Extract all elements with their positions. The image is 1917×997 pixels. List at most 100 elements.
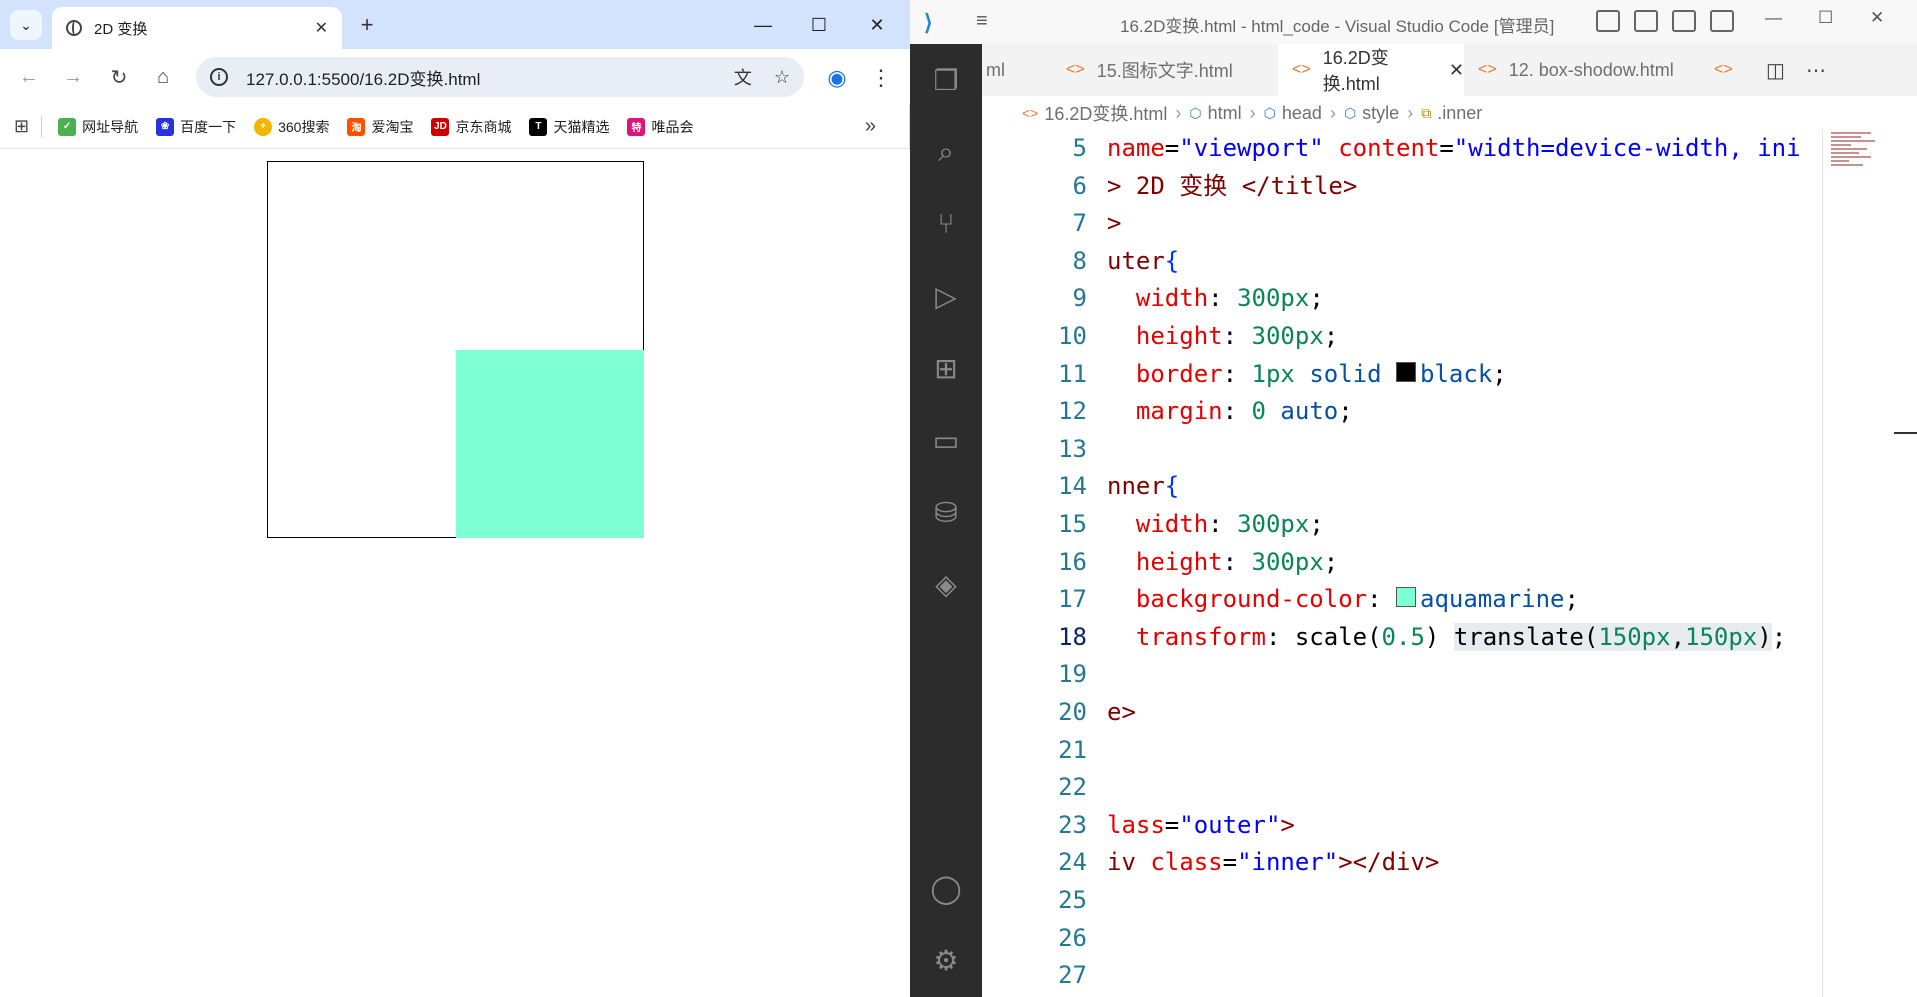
code-line: 12 margin: 0 auto; <box>1058 397 1353 426</box>
breadcrumb-item[interactable]: .inner <box>1437 103 1482 124</box>
code-line: 10 height: 300px; <box>1058 322 1339 350</box>
bookmarks-bar: ⊞ ✓ 网址导航 ❀ 百度一下 +360搜索 淘爱淘宝 JD 京东商城 T 天猫精选 特… <box>0 105 910 149</box>
run-debug-icon[interactable]: ▷ <box>928 278 964 314</box>
code-line: 8 uter{ <box>1072 246 1180 275</box>
more-actions-icon[interactable]: ⋯ <box>1792 44 1832 96</box>
tab-search-button[interactable]: ⌄ <box>10 10 42 40</box>
back-button[interactable]: ← <box>14 62 44 92</box>
code-line: 11 border: 1px solid black; <box>1058 359 1507 388</box>
apps-grid-icon[interactable]: ⊞ <box>14 116 29 137</box>
code-line-current: 18 transform: scale(0.5) translate(150px… <box>1058 622 1787 651</box>
bookmark-item[interactable]: +360搜索 <box>254 117 329 137</box>
settings-gear-icon[interactable]: ⚙ <box>928 942 964 978</box>
bookmark-favicon-icon: 特 <box>627 117 646 136</box>
maximize-button[interactable]: ☐ <box>1818 8 1833 28</box>
bookmark-favicon-icon: 淘 <box>347 117 366 136</box>
toggle-sidebar-icon[interactable] <box>1596 10 1620 32</box>
close-window-button[interactable]: ✕ <box>1870 8 1884 28</box>
address-bar[interactable]: i 127.0.0.1:5500/16.2D变换.html 文 ☆ <box>196 57 804 97</box>
color-swatch-black[interactable] <box>1396 361 1417 382</box>
html-file-icon: <> <box>1066 61 1085 78</box>
tab-strip: ⌄ 2D 变换 ✕ + — ☐ ✕ <box>0 0 910 49</box>
minimap[interactable] <box>1822 130 1917 997</box>
bookmark-item[interactable]: 淘爱淘宝 <box>347 117 413 137</box>
customize-layout-icon[interactable] <box>1710 10 1734 32</box>
code-line: 25 <box>1058 886 1087 914</box>
maximize-button[interactable]: ☐ <box>794 8 844 42</box>
browser-toolbar: ← → ↻ ⌂ i 127.0.0.1:5500/16.2D变换.html 文 … <box>0 49 910 105</box>
source-control-icon[interactable]: ⑂ <box>928 206 964 242</box>
breadcrumb-item[interactable]: html <box>1208 103 1242 124</box>
extensions-icon[interactable]: ⊞ <box>928 350 964 386</box>
remote-explorer-icon[interactable]: ▭ <box>928 422 964 458</box>
globe-icon <box>66 20 82 36</box>
explorer-icon[interactable]: ❐ <box>928 62 964 98</box>
site-info-icon[interactable]: i <box>210 68 228 86</box>
minimize-button[interactable]: — <box>1765 8 1782 28</box>
bookmark-item[interactable]: JD 京东商城 <box>431 117 511 137</box>
split-editor-icon[interactable]: ◫ <box>1752 44 1792 96</box>
code-line: 13 <box>1058 434 1087 463</box>
vscode-logo-icon: ⟩ <box>924 10 933 35</box>
browser-tab[interactable]: 2D 变换 ✕ <box>52 7 342 49</box>
code-line: 16 height: 300px; <box>1058 547 1339 576</box>
translate-icon[interactable]: 文 <box>734 64 752 90</box>
search-icon[interactable]: ⌕ <box>928 134 964 170</box>
bookmark-item[interactable]: 特唯品会 <box>627 117 693 137</box>
layers-icon[interactable]: ◈ <box>928 566 964 602</box>
page-viewport <box>0 150 910 997</box>
tab-title: 2D 变换 <box>94 20 148 38</box>
code-line: 9 width: 300px; <box>1072 284 1324 313</box>
new-tab-button[interactable]: + <box>352 10 382 40</box>
activity-bar: ❐ ⌕ ⑂ ▷ ⊞ ▭ ⛁ ◈ ◯ ⚙ <box>910 44 982 997</box>
bookmark-item[interactable]: T 天猫精选 <box>529 117 609 137</box>
window-title: 16.2D变换.html - html_code - Visual Studio… <box>1120 17 1555 36</box>
code-line: 24 iv class="inner"></div> <box>1058 848 1440 877</box>
html-file-icon: <> <box>1292 61 1311 78</box>
hamburger-menu-icon[interactable]: ≡ <box>976 10 988 33</box>
more-menu-icon[interactable]: ⋮ <box>868 63 894 93</box>
close-tab-icon[interactable]: ✕ <box>1449 60 1464 81</box>
account-icon[interactable]: ◯ <box>928 870 964 906</box>
forward-button[interactable]: → <box>58 62 88 92</box>
html-file-icon: <> <box>1022 105 1039 121</box>
code-line: 20 e> <box>1058 698 1136 726</box>
bookmark-star-icon[interactable]: ☆ <box>774 67 790 88</box>
profile-icon[interactable]: ◉ <box>822 63 852 93</box>
bookmarks-overflow-button[interactable]: » <box>865 115 876 138</box>
bookmark-favicon-icon: T <box>529 117 548 136</box>
toggle-panel-icon[interactable] <box>1634 10 1658 32</box>
bookmark-item[interactable]: ✓ 网址导航 <box>58 117 138 137</box>
toggle-secondary-sidebar-icon[interactable] <box>1672 10 1696 32</box>
editor-tab[interactable]: ml <box>982 44 1052 96</box>
database-icon[interactable]: ⛁ <box>928 494 964 530</box>
breadcrumb: <> 16.2D变换.html › ⬡ html › ⬡ head › ⬡ style › ⧉… <box>982 96 1917 130</box>
tab-overflow-icon[interactable]: <> <box>1700 44 1740 96</box>
chevron-down-icon: ⌄ <box>20 16 32 33</box>
code-line: 22 <box>1058 773 1087 802</box>
code-line: 15 width: 300px; <box>1058 510 1324 538</box>
bookmark-favicon-icon: + <box>254 117 273 136</box>
bookmark-favicon-icon: ❀ <box>156 117 175 136</box>
editor-tab-active[interactable]: <> 16.2D变换.html ✕ <box>1278 44 1464 96</box>
code-line: 23 lass="outer"> <box>1058 810 1295 839</box>
bookmark-item[interactable]: ❀ 百度一下 <box>156 117 236 137</box>
editor-tab-bar: ml <> 15.图标文字.html <> 16.2D变换.html ✕ <> 12. … <box>982 44 1917 96</box>
html-file-icon: <> <box>1478 61 1497 78</box>
minimize-button[interactable]: — <box>738 8 788 42</box>
breadcrumb-item[interactable]: style <box>1362 103 1399 124</box>
breadcrumb-item[interactable]: 16.2D变换.html <box>1044 100 1167 126</box>
reload-button[interactable]: ↻ <box>104 62 134 92</box>
home-button[interactable]: ⌂ <box>148 62 178 92</box>
editor-tab[interactable]: <> 12. box-shodow.html <box>1464 44 1684 96</box>
code-editor[interactable]: 5 name="viewport" content="width=device-w… <box>982 130 1917 997</box>
editor-tab[interactable]: <> 15.图标文字.html <box>1052 44 1278 96</box>
close-window-button[interactable]: ✕ <box>852 8 902 42</box>
element-icon: ⬡ <box>1189 104 1202 121</box>
breadcrumb-item[interactable]: head <box>1282 103 1322 124</box>
browser-window: ⌄ 2D 变换 ✕ + — ☐ ✕ ← → ↻ ⌂ i 127.0.0.1:55… <box>0 0 910 997</box>
vscode-titlebar: ⟩ ≡ 16.2D变换.html - html_code - Visual St… <box>910 0 1917 44</box>
color-swatch-aquamarine[interactable] <box>1396 587 1416 608</box>
element-icon: ⬡ <box>1343 104 1357 121</box>
close-tab-icon[interactable]: ✕ <box>315 18 328 38</box>
